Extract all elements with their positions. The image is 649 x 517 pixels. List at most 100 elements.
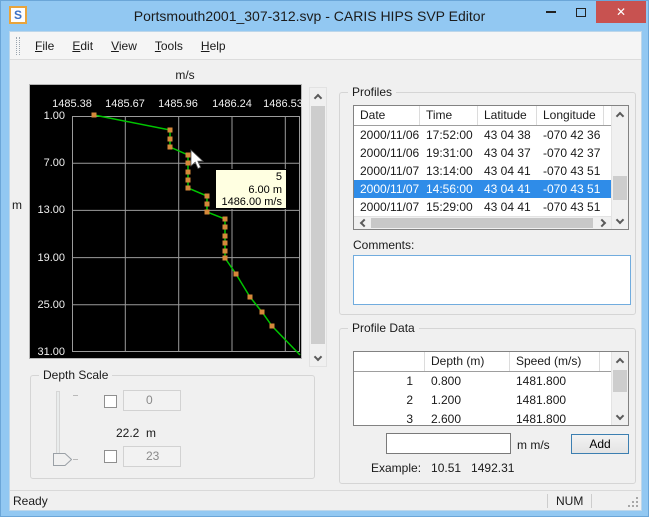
profiles-scroll-right-button[interactable] [595,217,611,229]
profile-data-table-header: Depth (m)Speed (m/s) [354,352,611,372]
comments-label: Comments: [353,238,414,252]
profiles-cell: 13:14:00 [420,162,478,180]
mouse-cursor-icon [190,149,206,171]
profile-data-point[interactable] [186,178,191,183]
profiles-table-row[interactable]: 2000/11/0715:29:0043 04 41-070 43 51 [354,198,611,216]
profile-data-point[interactable] [223,234,228,239]
profile-data-point[interactable] [168,145,173,150]
profile-data-header-cell[interactable] [354,352,425,371]
profile-data-row[interactable]: 10.8001481.800 [354,372,611,391]
profile-data-header-cell[interactable]: Speed (m/s) [510,352,600,371]
profile-data-point[interactable] [223,241,228,246]
chevron-right-icon [597,219,605,227]
menu-view[interactable]: View [102,35,146,57]
comments-textarea[interactable] [353,255,631,305]
profile-data-point[interactable] [260,310,265,315]
chevron-down-icon [314,353,322,361]
resize-grip[interactable] [628,497,638,507]
profiles-table: DateTimeLatitudeLongitude 2000/11/0617:5… [353,105,629,230]
profile-data-scroll-down-button[interactable] [612,409,628,425]
profiles-cell: -070 43 51 [537,162,604,180]
depth-scale-slider-thumb[interactable] [53,453,72,466]
profiles-cell: 14:56:00 [420,180,478,198]
profiles-vscrollbar[interactable] [611,106,628,229]
profiles-header-cell[interactable]: Time [420,106,478,125]
profile-data-point[interactable] [205,210,210,215]
svp-chart[interactable]: 1485.381485.671485.961486.241486.53 1.00… [29,84,302,359]
profiles-hscroll-thumb[interactable] [371,218,593,228]
lower-depth-field[interactable]: 23 [123,446,181,467]
profiles-hscrollbar[interactable] [354,216,611,229]
profile-data-point[interactable] [186,186,191,191]
profile-data-point[interactable] [92,113,97,118]
menu-items: FileEditViewToolsHelp [26,35,235,57]
chevron-up-icon [616,111,624,119]
status-separator [591,494,592,508]
profile-data-point[interactable] [168,137,173,142]
chevron-up-icon [616,357,624,365]
menu-help[interactable]: Help [192,35,235,57]
lower-depth-checkbox[interactable] [104,450,117,463]
profiles-scroll-down-button[interactable] [612,213,628,229]
status-ready-text: Ready [13,494,48,508]
profile-data-row[interactable]: 32.6001481.800 [354,410,611,425]
profile-data-point[interactable] [223,249,228,254]
close-icon: ✕ [616,5,626,19]
profile-data-scroll-up-button[interactable] [612,352,628,368]
status-separator [547,494,548,508]
profiles-header-cell[interactable]: Date [354,106,420,125]
profile-data-point[interactable] [270,324,275,329]
profiles-table-row[interactable]: 2000/11/0619:31:0043 04 37-070 42 37 [354,144,611,162]
chart-scroll-up-button[interactable] [310,88,326,104]
upper-depth-checkbox[interactable] [104,395,117,408]
profile-data-point[interactable] [223,217,228,222]
profiles-table-row[interactable]: 2000/11/0713:14:0043 04 41-070 43 51 [354,162,611,180]
profile-data-header-cell[interactable]: Depth (m) [425,352,510,371]
profiles-vscroll-thumb[interactable] [613,176,627,200]
profiles-cell: -070 42 36 [537,126,604,144]
profiles-scroll-left-button[interactable] [354,217,370,229]
profiles-header-cell[interactable] [604,106,611,125]
maximize-icon [576,8,586,17]
profiles-cell: 2000/11/06 [354,144,420,162]
upper-depth-field[interactable]: 0 [123,390,181,411]
menu-tools[interactable]: Tools [146,35,192,57]
svp-profile-plot[interactable] [72,116,300,358]
profiles-scroll-up-button[interactable] [612,106,628,122]
profile-data-point[interactable] [205,194,210,199]
speed-cell: 1481.800 [510,391,600,410]
profile-data-point[interactable] [223,225,228,230]
profile-data-vscrollbar[interactable] [611,352,628,425]
maximize-button[interactable] [566,1,596,23]
chart-scrollbar[interactable] [309,87,327,367]
add-button[interactable]: Add [571,434,629,454]
minimize-button[interactable] [536,1,566,23]
profiles-table-row[interactable]: 2000/11/0714:56:0043 04 41-070 43 51 [354,180,611,198]
profiles-header-cell[interactable]: Latitude [478,106,537,125]
profiles-cell: -070 43 51 [537,198,604,216]
profiles-table-row[interactable]: 2000/11/0617:52:0043 04 38-070 42 36 [354,126,611,144]
profiles-cell: 43 04 37 [478,144,537,162]
profile-data-point[interactable] [234,272,239,277]
row-number-cell: 1 [354,372,425,391]
menu-edit[interactable]: Edit [63,35,102,57]
new-point-input[interactable] [386,433,511,454]
profile-data-point[interactable] [223,256,228,261]
chart-scroll-down-button[interactable] [310,350,326,366]
profile-data-row[interactable]: 21.2001481.800 [354,391,611,410]
profile-data-rows: 10.8001481.80021.2001481.80032.6001481.8… [354,372,611,425]
close-button[interactable]: ✕ [596,1,646,23]
profiles-cell: -070 42 37 [537,144,604,162]
profile-data-point[interactable] [248,295,253,300]
profile-data-vscroll-thumb[interactable] [613,370,627,392]
profiles-header-cell[interactable]: Longitude [537,106,604,125]
profile-data-point[interactable] [205,202,210,207]
profile-data-header-cell[interactable] [600,352,611,371]
speed-cell: 1481.800 [510,410,600,425]
tooltip-point-index: 5 [216,171,282,184]
chart-scroll-thumb[interactable] [311,106,325,344]
toolbar-grip-icon[interactable] [16,37,20,55]
profile-data-point[interactable] [168,128,173,133]
menu-file[interactable]: File [26,35,63,57]
chevron-up-icon [314,93,322,101]
